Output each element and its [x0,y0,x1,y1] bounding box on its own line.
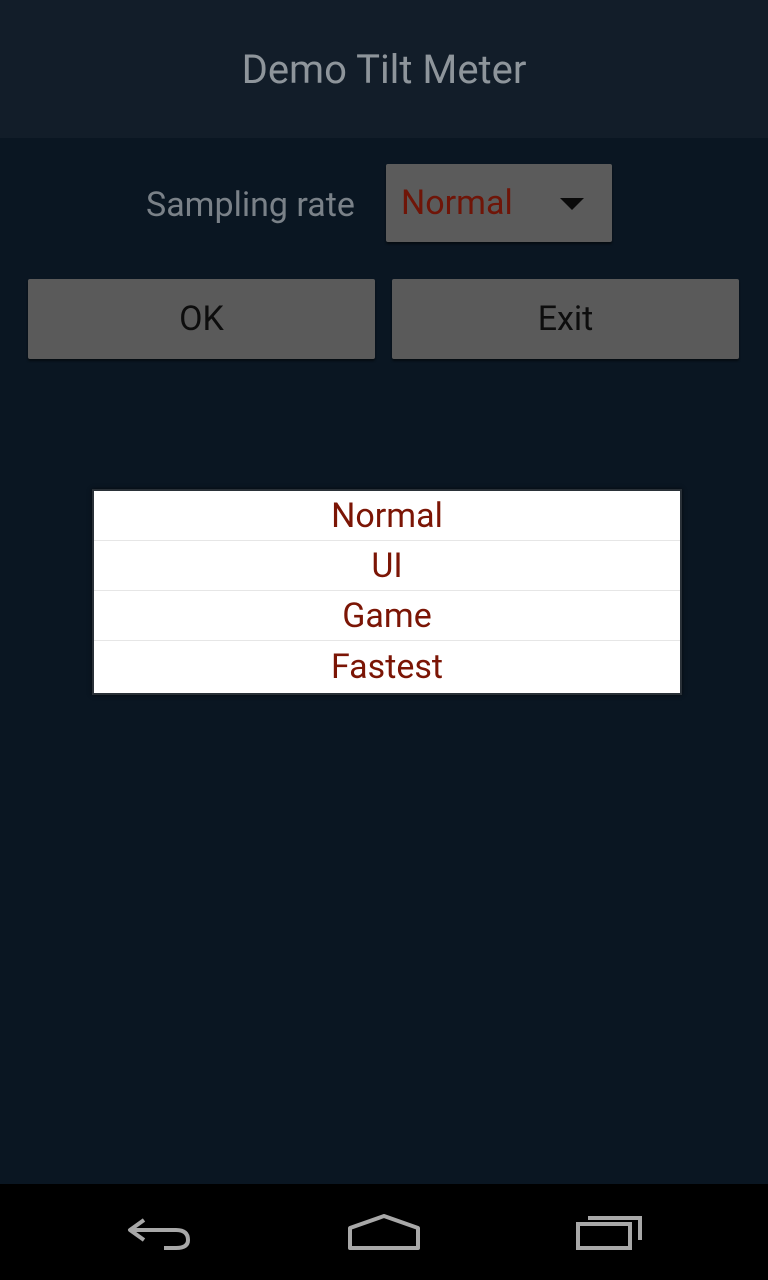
option-game[interactable]: Game [94,591,680,641]
recents-button[interactable] [560,1200,660,1264]
app-title: Demo Tilt Meter [241,45,527,93]
back-button[interactable] [110,1200,210,1264]
back-icon [128,1218,191,1250]
option-normal[interactable]: Normal [94,491,680,541]
ok-button[interactable]: OK [28,279,375,359]
sampling-rate-label: Sampling rate [146,185,355,225]
system-navigation-bar [0,1184,768,1280]
sampling-rate-spinner[interactable]: Normal [386,164,612,242]
option-ui[interactable]: UI [94,541,680,591]
sampling-rate-dropdown: Normal UI Game Fastest [92,489,682,695]
option-fastest[interactable]: Fastest [94,641,680,693]
dropdown-arrow-icon [560,198,584,210]
home-button[interactable] [334,1200,434,1264]
exit-button[interactable]: Exit [392,279,739,359]
action-bar: Demo Tilt Meter [0,0,768,138]
home-icon [348,1214,420,1250]
spinner-selected-value: Normal [401,183,513,223]
recents-icon [576,1216,642,1250]
